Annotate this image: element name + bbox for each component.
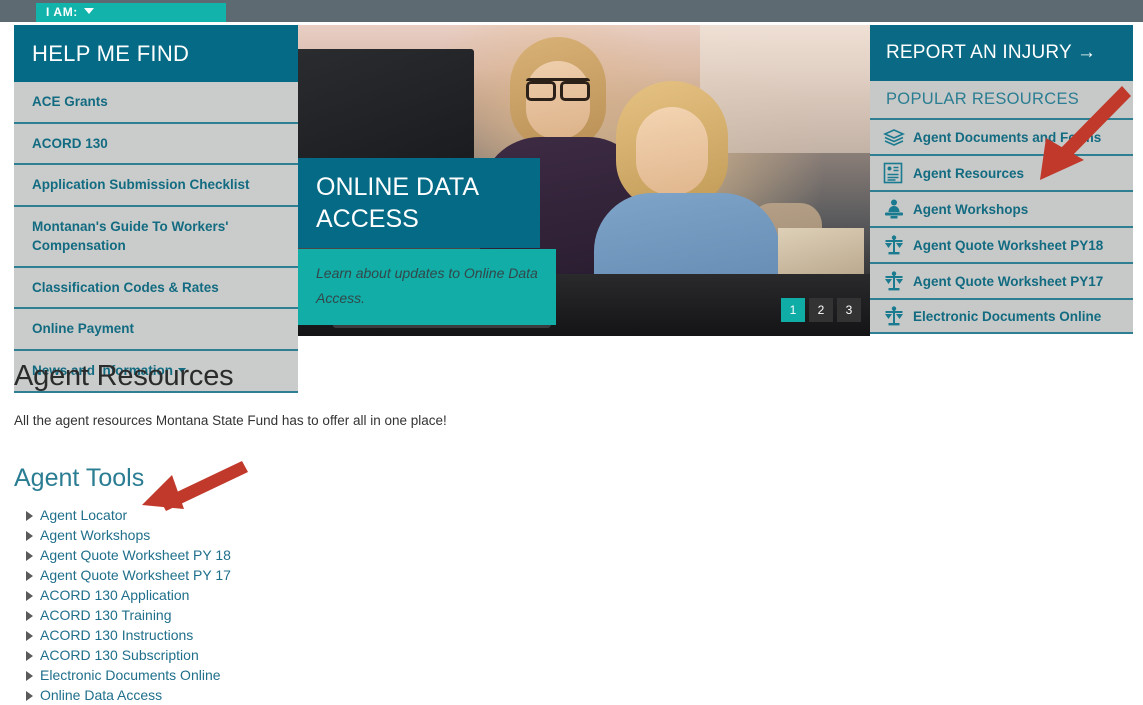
resource-item-label: Agent Quote Worksheet PY18: [913, 237, 1104, 253]
balance-scale-icon: [883, 235, 913, 255]
tool-link-agent-quote-worksheet-py-18[interactable]: Agent Quote Worksheet PY 18: [40, 547, 231, 563]
tool-link-agent-workshops[interactable]: Agent Workshops: [40, 527, 150, 543]
tool-link-online-data-access[interactable]: Online Data Access: [40, 687, 162, 703]
i-am-dropdown[interactable]: I AM:: [36, 3, 226, 22]
list-item[interactable]: Agent Quote Worksheet PY 17: [14, 565, 914, 585]
sidebar-item-label: ACE Grants: [32, 94, 108, 109]
triangle-right-icon: [26, 631, 33, 641]
tool-link-acord-130-subscription[interactable]: ACORD 130 Subscription: [40, 647, 199, 663]
list-item[interactable]: ACORD 130 Instructions: [14, 625, 914, 645]
hero-carousel[interactable]: ONLINE DATA ACCESS Learn about updates t…: [298, 25, 870, 336]
sidebar-item-montanans-guide[interactable]: Montanan's Guide To Workers' Compensatio…: [14, 206, 298, 268]
triangle-right-icon: [26, 571, 33, 581]
list-item[interactable]: Electronic Documents Online: [14, 665, 914, 685]
help-me-find-panel: HELP ME FIND ACE Grants ACORD 130 Applic…: [14, 25, 298, 393]
sidebar-item-label: Classification Codes & Rates: [32, 279, 219, 295]
resource-item-agent-documents-and-forms[interactable]: Agent Documents and Forms: [870, 118, 1133, 154]
list-item[interactable]: Agent Workshops: [14, 525, 914, 545]
resource-item-agent-resources[interactable]: Agent Resources: [870, 154, 1133, 190]
page-title: Agent Resources: [14, 360, 234, 392]
resource-item-label: Agent Documents and Forms: [913, 129, 1102, 145]
balance-scale-icon: [883, 306, 913, 326]
person-at-podium-icon: [883, 199, 913, 219]
carousel-dot-1[interactable]: 1: [781, 298, 805, 322]
sidebar-item-label: ACORD 130: [32, 135, 108, 151]
triangle-right-icon: [26, 531, 33, 541]
tool-link-acord-130-application[interactable]: ACORD 130 Application: [40, 587, 189, 603]
sidebar-item-ace-grants[interactable]: ACE Grants: [14, 82, 298, 124]
popular-resources-panel: REPORT AN INJURY → POPULAR RESOURCES Age…: [870, 25, 1133, 334]
sidebar-item-online-payment[interactable]: Online Payment: [14, 309, 298, 351]
hero-photo-person-b-face: [636, 107, 708, 195]
tool-link-agent-locator[interactable]: Agent Locator: [40, 507, 127, 523]
i-am-label: I AM:: [46, 5, 78, 19]
list-item[interactable]: Online Data Access: [14, 685, 914, 705]
section-title-agent-tools: Agent Tools: [14, 464, 145, 492]
top-utility-bar: I AM:: [0, 0, 1143, 22]
resource-item-agent-quote-worksheet-py18[interactable]: Agent Quote Worksheet PY18: [870, 226, 1133, 262]
agent-tools-list: Agent Locator Agent Workshops Agent Quot…: [14, 505, 914, 705]
triangle-right-icon: [26, 611, 33, 621]
triangle-right-icon: [26, 671, 33, 681]
document-card-icon: [883, 162, 913, 184]
tool-link-acord-130-training[interactable]: ACORD 130 Training: [40, 607, 172, 623]
sidebar-item-label: Online Payment: [32, 321, 135, 337]
stacked-pages-icon: [883, 128, 913, 146]
sidebar-item-application-submission-checklist[interactable]: Application Submission Checklist: [14, 165, 298, 207]
list-item[interactable]: Agent Locator: [14, 505, 914, 525]
triangle-right-icon: [26, 651, 33, 661]
resource-item-label: Agent Resources: [913, 165, 1025, 181]
list-item[interactable]: ACORD 130 Application: [14, 585, 914, 605]
help-me-find-header: HELP ME FIND: [14, 25, 298, 82]
hero-photo-glasses: [526, 78, 590, 101]
triangle-right-icon: [26, 551, 33, 561]
tool-link-agent-quote-worksheet-py-17[interactable]: Agent Quote Worksheet PY 17: [40, 567, 231, 583]
resource-item-label: Agent Quote Worksheet PY17: [913, 273, 1104, 289]
sidebar-item-label: Application Submission Checklist: [32, 177, 250, 193]
carousel-pagination: 1 2 3: [781, 298, 861, 322]
resource-item-agent-quote-worksheet-py17[interactable]: Agent Quote Worksheet PY17: [870, 262, 1133, 298]
triangle-right-icon: [26, 511, 33, 521]
sidebar-item-label: Montanan's Guide To Workers' Compensatio…: [32, 218, 229, 254]
hero-title: ONLINE DATA ACCESS: [298, 158, 540, 248]
resource-item-agent-workshops[interactable]: Agent Workshops: [870, 190, 1133, 226]
list-item[interactable]: ACORD 130 Training: [14, 605, 914, 625]
popular-resources-header: POPULAR RESOURCES: [870, 81, 1133, 118]
list-item[interactable]: ACORD 130 Subscription: [14, 645, 914, 665]
carousel-dot-2[interactable]: 2: [809, 298, 833, 322]
sidebar-item-classification-codes-rates[interactable]: Classification Codes & Rates: [14, 267, 298, 310]
resource-item-label: Agent Workshops: [913, 201, 1029, 217]
tool-link-acord-130-instructions[interactable]: ACORD 130 Instructions: [40, 627, 193, 643]
hero-subtitle: Learn about updates to Online Data Acces…: [298, 249, 556, 325]
page-intro-text: All the agent resources Montana State Fu…: [14, 413, 447, 428]
list-item[interactable]: Agent Quote Worksheet PY 18: [14, 545, 914, 565]
main-content: Agent Resources All the agent resources …: [14, 360, 914, 705]
resource-item-electronic-documents-online[interactable]: Electronic Documents Online: [870, 298, 1133, 334]
sidebar-item-acord-130[interactable]: ACORD 130: [14, 123, 298, 166]
report-an-injury-button[interactable]: REPORT AN INJURY →: [870, 25, 1133, 81]
chevron-down-icon: [83, 8, 94, 14]
carousel-dot-3[interactable]: 3: [837, 298, 861, 322]
balance-scale-icon: [883, 271, 913, 291]
triangle-right-icon: [26, 591, 33, 601]
resource-item-label: Electronic Documents Online: [913, 308, 1102, 324]
tool-link-electronic-documents-online[interactable]: Electronic Documents Online: [40, 667, 221, 683]
